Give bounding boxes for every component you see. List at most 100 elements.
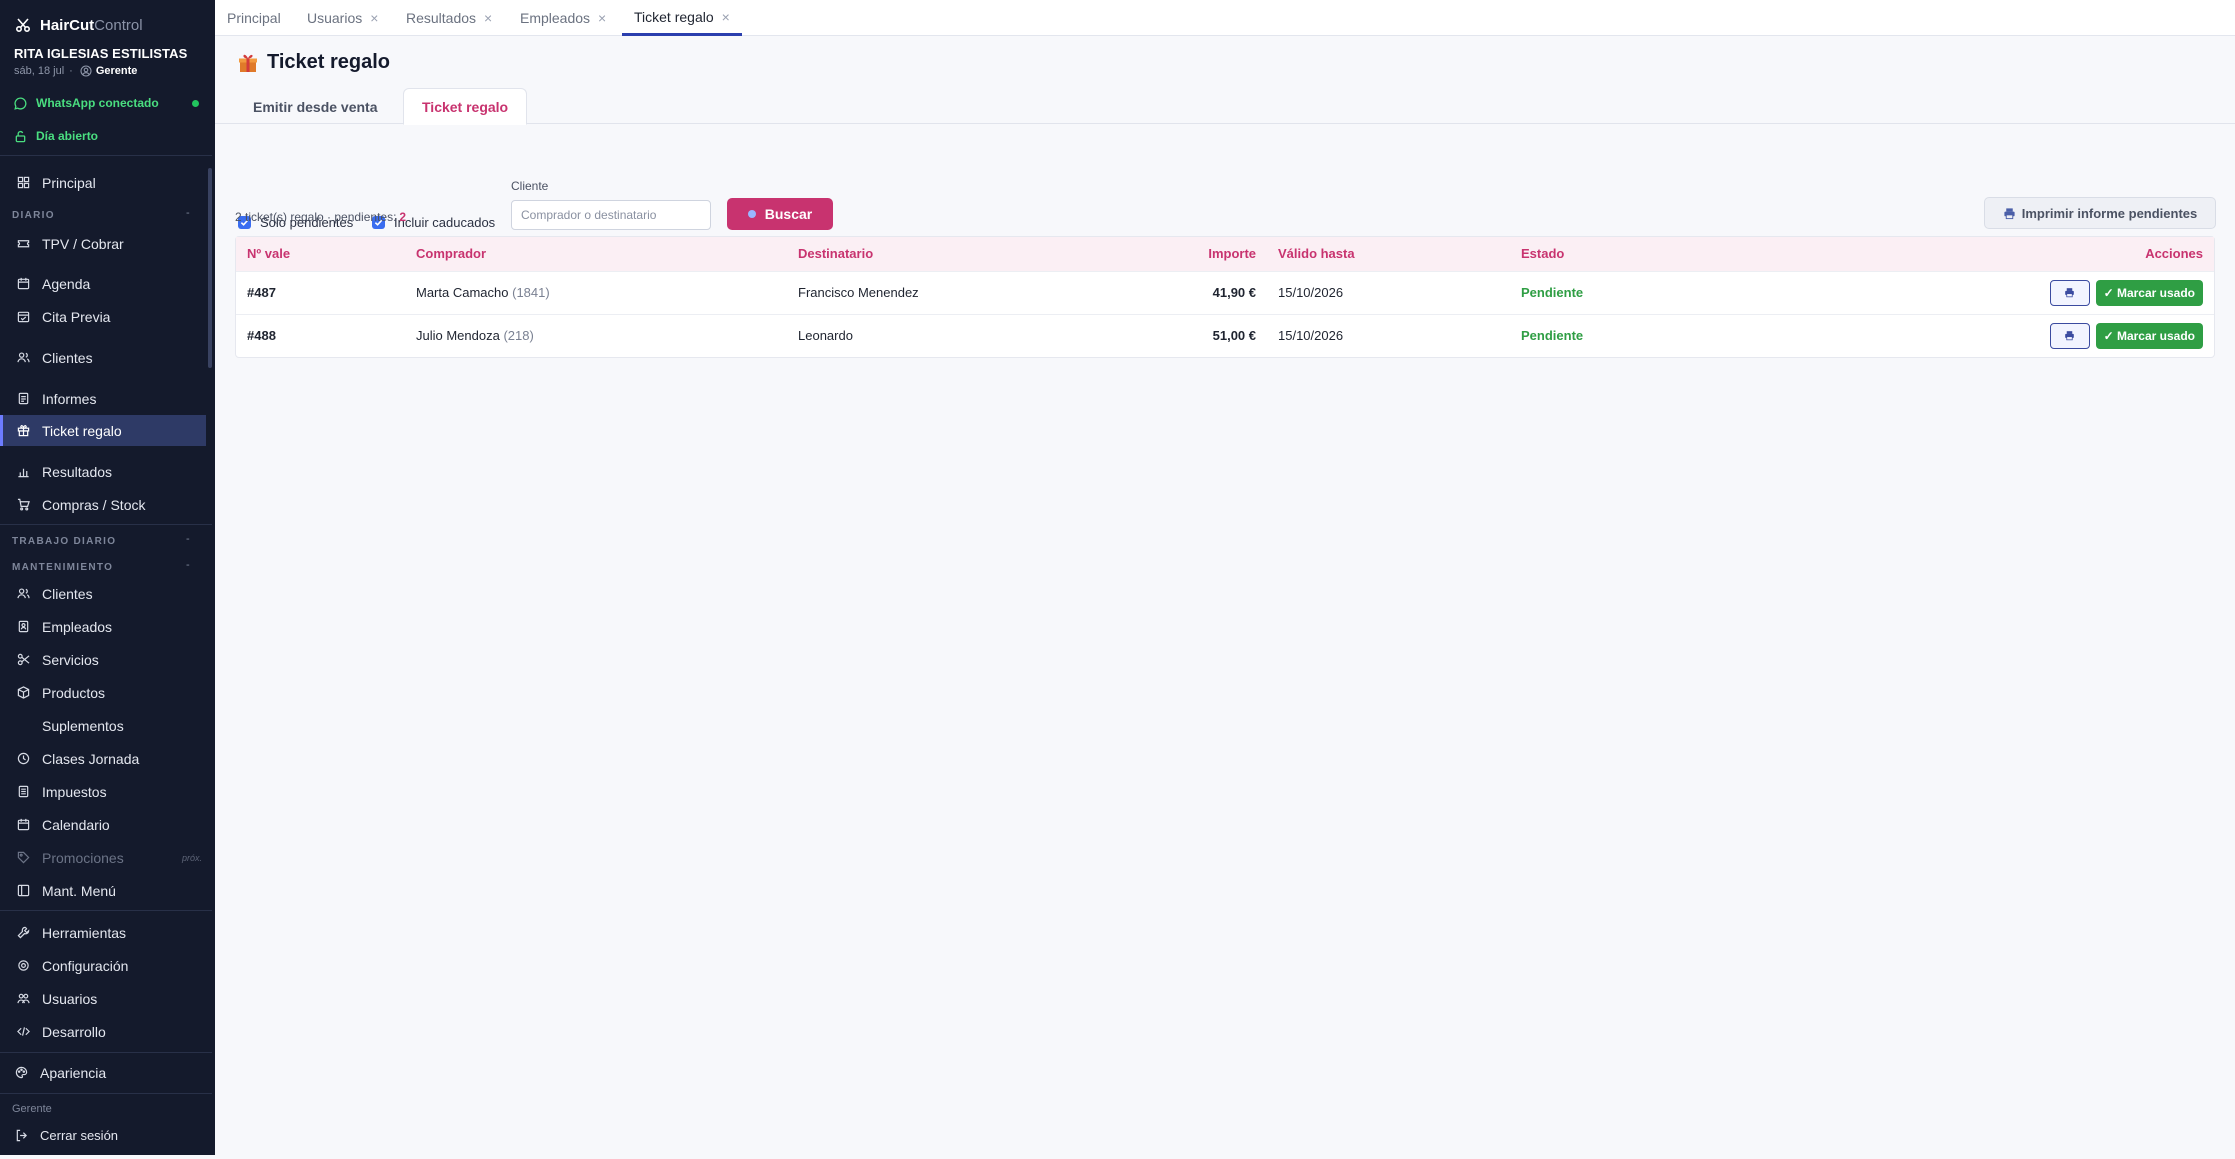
sidebar-scrollbar[interactable] [208,168,212,368]
section-mant-collapse[interactable]: - [186,559,190,571]
recipient-cell: Francisco Menendez [787,270,1167,314]
sidebar-item-clientes[interactable]: Clientes [0,342,206,373]
tab-label: Resultados [406,10,477,26]
day-status[interactable]: Día abierto [14,126,98,146]
brand-logo[interactable]: HairCut Control [14,14,143,36]
logout-button[interactable]: Cerrar sesión [0,1120,206,1151]
sidebar-item-mant-clientes[interactable]: Clientes [0,578,206,609]
print-pending-report-button[interactable]: Imprimir informe pendientes [1984,197,2216,229]
calendar-check-icon [16,310,30,324]
box-icon [16,686,30,700]
sidebar-item-label: Informes [42,390,97,407]
user-role: Gerente [95,65,138,77]
tab-usuarios[interactable]: Usuarios × [295,0,390,36]
sidebar-item-label: Usuarios [42,990,98,1007]
sidebar-item-label: Empleados [42,618,113,635]
sidebar-item-principal[interactable]: Principal [0,167,206,198]
sidebar-item-label: Productos [42,684,106,701]
subtab-label: Emitir desde venta [253,98,378,115]
col-header-comprador[interactable]: Comprador [405,237,787,271]
logout-icon [14,1129,28,1143]
close-icon[interactable]: × [484,10,492,26]
status-badge: Pendiente [1510,270,1790,314]
sidebar-item-clases-jornada[interactable]: Clases Jornada [0,743,206,774]
sidebar-item-cita-previa[interactable]: Cita Previa [0,301,206,332]
search-button[interactable]: Buscar [727,198,833,230]
code-icon [16,1025,30,1039]
tab-resultados[interactable]: Resultados × [394,0,504,36]
sidebar-item-desarrollo[interactable]: Desarrollo [0,1016,206,1047]
sidebar-item-servicios[interactable]: Servicios [0,644,206,675]
col-header-importe[interactable]: Importe [1167,237,1267,271]
tab-bar: Principal Usuarios × Resultados × Emplea… [215,0,2235,36]
whatsapp-status[interactable]: WhatsApp conectado [14,93,159,113]
subtab-ticket-regalo[interactable]: Ticket regalo [403,88,528,125]
mark-used-label: ✓ Marcar usado [2103,328,2195,343]
calendar-icon [16,818,30,832]
sidebar-item-ticket-regalo[interactable]: Ticket regalo [0,415,206,446]
mark-used-button[interactable]: ✓ Marcar usado [2095,322,2203,349]
sidebar-item-informes[interactable]: Informes [0,383,206,414]
sidebar-item-label: Servicios [42,651,99,668]
sidebar-item-productos[interactable]: Productos [0,677,206,708]
summary-text: 2 ticket(s) regalo · pendientes: [235,210,397,224]
sidebar-item-label: Impuestos [42,783,107,800]
valid-until-cell: 15/10/2026 [1267,313,1510,357]
main-content: Ticket regalo Emitir desde venta Ticket … [215,37,2235,1155]
close-icon[interactable]: × [722,9,730,25]
ticket-number: #487 [236,270,405,314]
cliente-search-input[interactable] [511,200,711,230]
close-icon[interactable]: × [370,10,378,26]
subtab-emitir-desde-venta[interactable]: Emitir desde venta [235,88,396,125]
tab-ticket-regalo[interactable]: Ticket regalo × [622,0,742,36]
tab-empleados[interactable]: Empleados × [508,0,618,36]
sidebar-item-herramientas[interactable]: Herramientas [0,917,206,948]
sidebar-item-empleados[interactable]: Empleados [0,611,206,642]
valid-until-cell: 15/10/2026 [1267,270,1510,314]
section-diario-collapse[interactable]: - [186,207,190,219]
sidebar-item-label: Resultados [42,463,113,480]
print-ticket-button[interactable] [2049,322,2090,349]
col-header-destinatario[interactable]: Destinatario [787,237,1167,271]
sidebar-item-agenda[interactable]: Agenda [0,268,206,299]
sidebar-item-resultados[interactable]: Resultados [0,456,206,487]
gift-icon [239,54,257,72]
day-status-label: Día abierto [36,129,99,143]
connected-dot [192,100,199,107]
sidebar-item-impuestos[interactable]: Impuestos [0,776,206,807]
mark-used-label: ✓ Marcar usado [2103,285,2195,300]
salon-name: RITA IGLESIAS ESTILISTAS [14,46,188,61]
buyer-name: Julio Mendoza [416,328,500,344]
print-ticket-button[interactable] [2049,279,2090,306]
sidebar-item-compras-stock[interactable]: Compras / Stock [0,489,206,520]
sidebar: HairCut Control RITA IGLESIAS ESTILISTAS … [0,0,215,1155]
sidebar-item-usuarios[interactable]: Usuarios [0,983,206,1014]
buyer-cell: Julio Mendoza (218) [405,313,787,357]
sidebar-item-label: Suplementos [42,717,124,734]
sidebar-item-tpv[interactable]: TPV / Cobrar [0,228,206,259]
sidebar-item-mant-menu[interactable]: Mant. Menú [0,875,206,906]
sidebar-item-label: Ticket regalo [42,422,122,439]
mark-used-button[interactable]: ✓ Marcar usado [2095,279,2203,306]
scissors-icon [16,653,30,667]
sidebar-item-apariencia[interactable]: Apariencia [0,1057,206,1088]
chart-icon [16,465,30,479]
ticket-number: #488 [236,313,405,357]
sidebar-item-calendario[interactable]: Calendario [0,809,206,840]
pending-count: 2 [399,210,407,224]
sidebar-item-label: Principal [42,174,96,191]
sidebar-item-suplementos[interactable]: Suplementos [0,710,206,741]
close-icon[interactable]: × [598,10,606,26]
col-header-num-vale[interactable]: Nº vale [236,237,405,271]
sidebar-item-configuracion[interactable]: Configuración [0,950,206,981]
col-header-estado[interactable]: Estado [1510,237,1790,271]
sidebar-item-label: TPV / Cobrar [42,235,124,252]
tag-icon [16,851,30,865]
section-trabajo-collapse[interactable]: - [186,533,190,545]
tab-principal[interactable]: Principal [215,0,293,36]
user-group-icon [16,992,30,1006]
tab-label: Empleados [520,10,591,26]
users-icon [16,351,30,365]
subtab-label: Ticket regalo [422,98,509,115]
col-header-valido-hasta[interactable]: Válido hasta [1267,237,1510,271]
